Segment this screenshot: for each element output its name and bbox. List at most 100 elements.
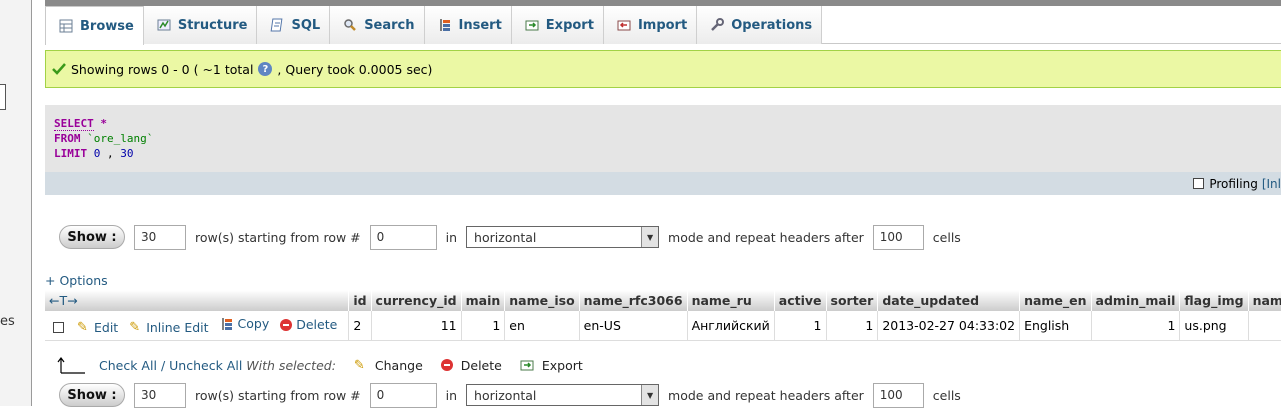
pencil-icon: ✎: [129, 319, 141, 335]
column-header[interactable]: name_iso: [504, 290, 580, 311]
table-row: ✎ Edit ✎ Inline Edit Copy Delete 2 11 1 en…: [45, 311, 1281, 341]
profiling-checkbox[interactable]: [1193, 178, 1205, 189]
search-icon: [344, 19, 357, 31]
left-navigation-panel: es: [0, 0, 32, 406]
sql-star: *: [100, 117, 107, 130]
uncheck-all-link[interactable]: Uncheck All: [169, 358, 242, 373]
export-icon: [520, 360, 534, 371]
chevron-down-icon: ▼: [641, 385, 659, 405]
column-header[interactable]: sorter: [826, 290, 879, 311]
sql-table-name: `ore_lang`: [87, 132, 154, 145]
rows-per-page-input[interactable]: 30: [134, 224, 186, 250]
column-header[interactable]: name_ru: [687, 290, 775, 311]
start-row-input[interactable]: 0: [369, 382, 437, 408]
rows-text: row(s) starting from row #: [195, 229, 361, 245]
display-mode-value: horizontal: [474, 229, 537, 245]
tab-insert[interactable]: Insert: [424, 6, 512, 44]
row-checkbox[interactable]: [53, 321, 64, 333]
options-link[interactable]: + Options: [45, 273, 108, 288]
tab-search-label: Search: [364, 17, 415, 33]
cell-name-de[interactable]: [1248, 311, 1281, 341]
cell-name-ru[interactable]: Английский: [687, 311, 775, 341]
copy-link[interactable]: Copy: [220, 316, 270, 331]
wrench-icon: [711, 18, 725, 31]
column-header[interactable]: active: [774, 290, 827, 311]
cell-sorter[interactable]: 1: [826, 311, 879, 341]
column-header[interactable]: date_updated: [877, 290, 1021, 311]
inline-edit-link[interactable]: [Inl: [1262, 177, 1281, 191]
show-button[interactable]: Show :: [59, 225, 125, 249]
column-header[interactable]: name_rfc3066: [579, 290, 688, 311]
check-separator: /: [160, 357, 166, 373]
tab-insert-label: Insert: [458, 17, 502, 33]
column-header[interactable]: flag_img: [1179, 290, 1249, 311]
edit-link[interactable]: ✎ Edit: [77, 320, 118, 335]
delete-icon: [440, 359, 453, 371]
edit-label: Edit: [93, 319, 119, 335]
bulk-change-button[interactable]: ✎ Change: [354, 358, 423, 373]
tab-browse-label: Browse: [80, 18, 134, 34]
rows-per-page-input[interactable]: 30: [134, 382, 186, 408]
insert-icon: [439, 19, 450, 31]
column-header[interactable]: name_en: [1019, 290, 1092, 311]
tab-import[interactable]: Import: [603, 6, 698, 44]
cell-name-en[interactable]: English: [1019, 311, 1092, 341]
delete-icon: [280, 318, 293, 331]
column-header[interactable]: main: [461, 290, 506, 311]
success-message: Showing rows 0 - 0 ( ~1 total ? , Query …: [45, 50, 1281, 88]
display-mode-select[interactable]: horizontal ▼: [466, 384, 660, 406]
cell-flag-img[interactable]: us.png: [1179, 311, 1249, 341]
cell-main[interactable]: 1: [461, 311, 506, 341]
cell-date-updated[interactable]: 2013-02-27 04:33:02: [877, 311, 1021, 341]
pencil-icon: ✎: [353, 357, 365, 373]
bulk-delete-label: Delete: [460, 357, 502, 373]
sql-limit-separator: ,: [107, 147, 114, 160]
inline-edit-link[interactable]: ✎ Inline Edit: [129, 320, 208, 335]
column-header[interactable]: id: [348, 290, 372, 311]
column-header[interactable]: admin_mail: [1091, 290, 1181, 311]
start-row-input[interactable]: 0: [369, 224, 437, 250]
cells-text: cells: [932, 387, 961, 403]
tab-structure[interactable]: Structure: [143, 6, 258, 44]
repeat-headers-input[interactable]: 100: [872, 224, 924, 250]
cell-currency-id[interactable]: 11: [371, 311, 462, 341]
tab-export[interactable]: Export: [511, 6, 604, 44]
sql-icon: [271, 18, 283, 32]
bulk-export-button[interactable]: Export: [520, 358, 583, 373]
row-actions: ✎ Edit ✎ Inline Edit Copy Delete: [45, 311, 350, 341]
cell-name-rfc3066[interactable]: en-US: [579, 311, 688, 341]
tab-browse[interactable]: Browse: [45, 6, 144, 45]
copy-label: Copy: [237, 316, 270, 331]
mode-text: mode and repeat headers after: [668, 387, 864, 403]
import-icon: [617, 20, 631, 31]
sql-query-box[interactable]: SELECT * FROM `ore_lang` LIMIT 0 , 30: [45, 105, 1281, 172]
bulk-export-label: Export: [541, 357, 583, 373]
chevron-down-icon: ▼: [641, 227, 659, 247]
column-header[interactable]: name_de: [1248, 290, 1281, 311]
repeat-headers-input[interactable]: 100: [872, 382, 924, 408]
tab-export-label: Export: [545, 17, 594, 33]
copy-icon: [221, 317, 232, 330]
bulk-delete-button[interactable]: Delete: [440, 357, 502, 373]
cell-id[interactable]: 2: [348, 311, 372, 341]
left-nav-input[interactable]: [0, 84, 6, 110]
tab-operations[interactable]: Operations: [697, 6, 823, 44]
sql-select-keyword[interactable]: SELECT: [54, 117, 94, 131]
check-all-link[interactable]: Check All: [99, 358, 157, 373]
tab-sql[interactable]: SQL: [257, 6, 331, 44]
cell-name-iso[interactable]: en: [504, 311, 580, 341]
profiling-label: Profiling: [1209, 176, 1258, 191]
structure-icon: [157, 19, 171, 31]
sort-arrows[interactable]: ←T→: [45, 290, 350, 311]
show-button[interactable]: Show :: [59, 383, 125, 407]
delete-link[interactable]: Delete: [280, 317, 337, 332]
cell-admin-mail[interactable]: 1: [1091, 311, 1181, 341]
tab-structure-label: Structure: [177, 17, 248, 33]
cell-active[interactable]: 1: [774, 311, 827, 341]
tab-search[interactable]: Search: [330, 6, 425, 44]
column-header[interactable]: currency_id: [371, 290, 462, 311]
in-text: in: [445, 387, 458, 403]
display-mode-select[interactable]: horizontal ▼: [466, 226, 660, 248]
help-icon[interactable]: ?: [258, 62, 273, 76]
tab-bar: Browse Structure SQL Search Insert Expor…: [45, 6, 1281, 45]
